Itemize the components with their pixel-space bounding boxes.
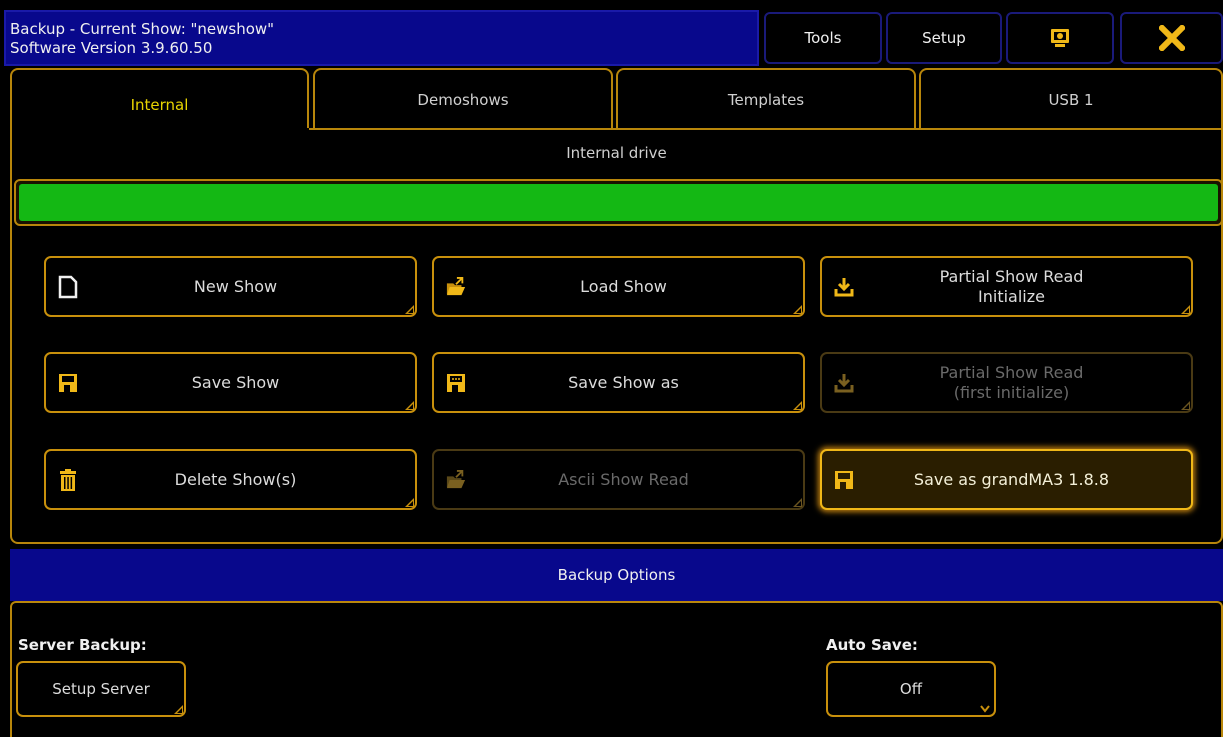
- window-title: Backup - Current Show: "newshow" Softwar…: [4, 10, 759, 66]
- panel-divider: [309, 128, 1223, 130]
- corner-indicator-icon: [793, 305, 802, 314]
- save-show-button[interactable]: Save Show: [44, 352, 417, 413]
- window-title-line1: Backup - Current Show: "newshow": [10, 20, 275, 38]
- corner-indicator-icon: [174, 705, 183, 714]
- load-show-button[interactable]: Load Show: [432, 256, 805, 317]
- screen-button[interactable]: [1006, 12, 1114, 64]
- floppy-dots-icon: [447, 373, 465, 392]
- save-show-as-button[interactable]: Save Show as: [432, 352, 805, 413]
- backup-options-header: Backup Options: [10, 549, 1223, 601]
- software-version: Software Version 3.9.60.50: [10, 39, 213, 57]
- load-show-label: Load Show: [580, 276, 667, 296]
- screen-icon: [1051, 29, 1069, 47]
- auto-save-label: Auto Save:: [826, 636, 918, 654]
- delete-shows-label: Delete Show(s): [174, 469, 297, 489]
- save-as-grandma3-button[interactable]: Save as grandMA3 1.8.8: [820, 449, 1193, 510]
- tab-demoshows[interactable]: Demoshows: [313, 68, 613, 130]
- tools-button[interactable]: Tools: [764, 12, 882, 64]
- new-show-button[interactable]: New Show: [44, 256, 417, 317]
- trash-icon: [60, 468, 76, 491]
- delete-shows-button[interactable]: Delete Show(s): [44, 449, 417, 510]
- partial-show-read-first-initialize-button[interactable]: Partial Show Read (first initialize): [820, 352, 1193, 413]
- file-icon: [58, 275, 78, 298]
- setup-server-button[interactable]: Setup Server: [16, 661, 186, 717]
- new-show-label: New Show: [193, 276, 278, 296]
- partial-first-line1: Partial Show Read: [939, 362, 1084, 382]
- drive-usage-bar: [14, 179, 1223, 226]
- download-icon: [834, 373, 854, 392]
- save-show-label: Save Show: [191, 372, 280, 392]
- auto-save-value: Off: [899, 680, 923, 698]
- folder-open-icon: [446, 469, 466, 488]
- drive-label: Internal drive: [566, 144, 667, 162]
- drive-usage-fill: [19, 184, 1218, 221]
- download-icon: [834, 277, 854, 296]
- tab-usb-1[interactable]: USB 1: [919, 68, 1223, 130]
- folder-open-icon: [446, 276, 466, 295]
- partial-show-read-first-initialize-label: Partial Show Read (first initialize): [822, 363, 1191, 403]
- close-button[interactable]: [1120, 12, 1223, 64]
- partial-init-line2: Initialize: [978, 286, 1045, 306]
- backup-options-panel: [10, 601, 1223, 737]
- title-bar: Backup - Current Show: "newshow" Softwar…: [0, 0, 1223, 66]
- partial-init-line1: Partial Show Read: [939, 266, 1084, 286]
- setup-button[interactable]: Setup: [886, 12, 1002, 64]
- corner-indicator-icon: [405, 498, 414, 507]
- ascii-show-read-button[interactable]: Ascii Show Read: [432, 449, 805, 510]
- save-as-grandma3-label: Save as grandMA3 1.8.8: [913, 469, 1110, 489]
- corner-indicator-icon: [405, 401, 414, 410]
- close-icon: [1158, 25, 1185, 51]
- chevron-down-icon: [980, 705, 990, 713]
- save-show-as-label: Save Show as: [568, 372, 679, 392]
- corner-indicator-icon: [1181, 305, 1190, 314]
- corner-indicator-icon: [793, 401, 802, 410]
- floppy-icon: [835, 470, 853, 489]
- ascii-show-read-label: Ascii Show Read: [558, 469, 689, 489]
- corner-indicator-icon: [1181, 401, 1190, 410]
- auto-save-dropdown[interactable]: Off: [826, 661, 996, 717]
- partial-show-read-initialize-label: Partial Show Read Initialize: [822, 267, 1191, 307]
- server-backup-label: Server Backup:: [18, 636, 147, 654]
- setup-server-label: Setup Server: [52, 680, 150, 698]
- tab-templates[interactable]: Templates: [616, 68, 916, 130]
- floppy-icon: [59, 373, 77, 392]
- corner-indicator-icon: [405, 305, 414, 314]
- partial-show-read-initialize-button[interactable]: Partial Show Read Initialize: [820, 256, 1193, 317]
- partial-first-line2: (first initialize): [953, 382, 1070, 402]
- corner-indicator-icon: [793, 498, 802, 507]
